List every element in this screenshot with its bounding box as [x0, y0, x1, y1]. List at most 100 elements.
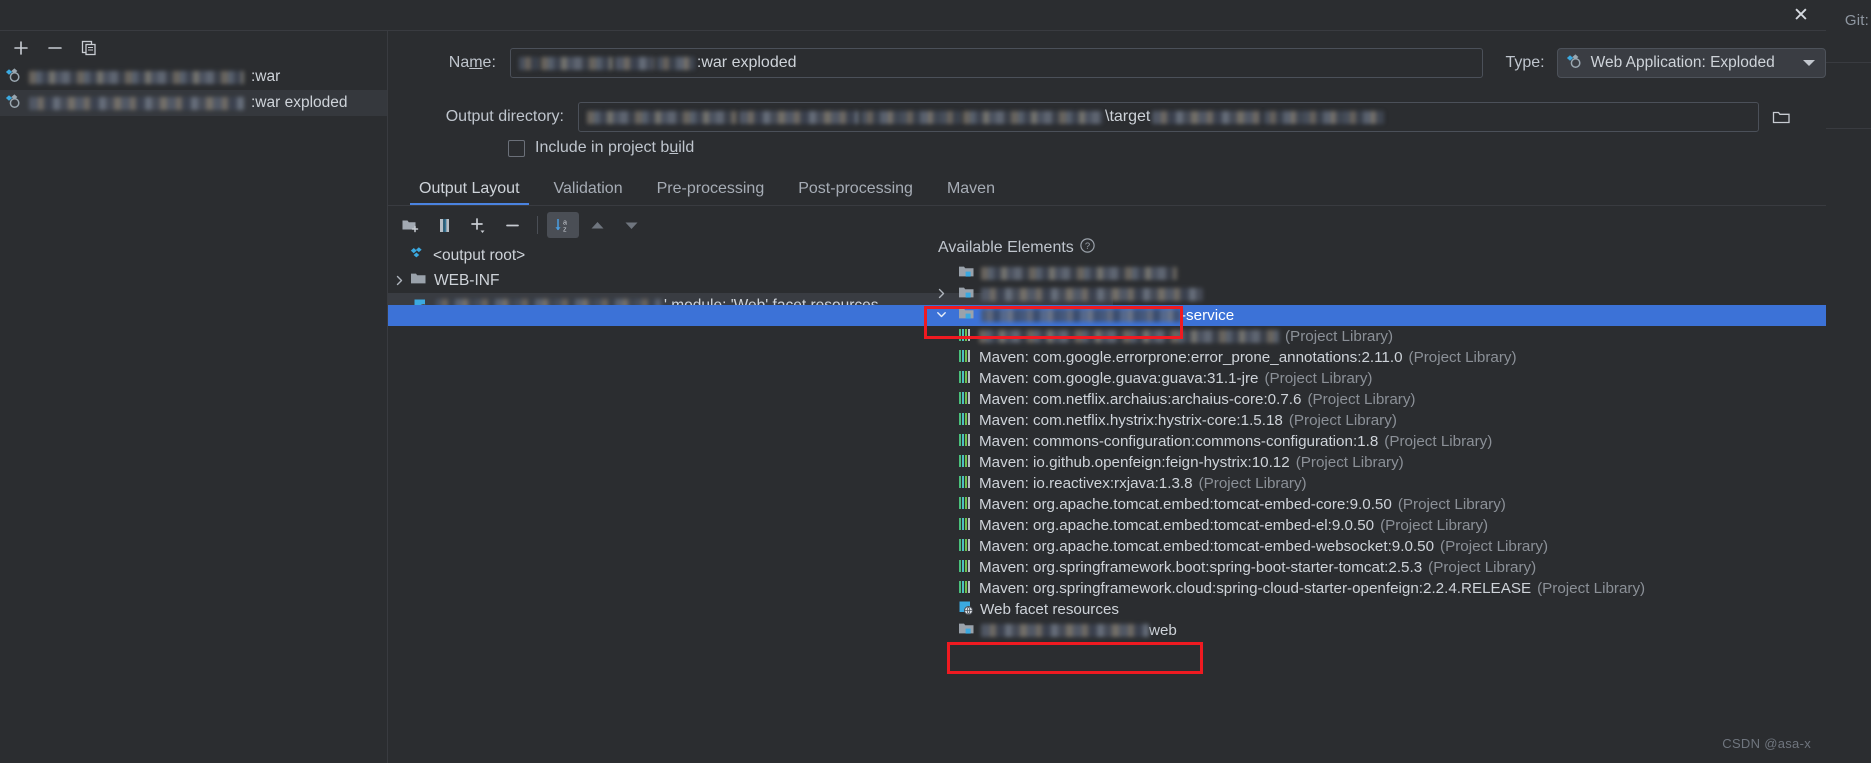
available-element-label: Web facet resources — [980, 601, 1120, 618]
available-element-library[interactable]: Maven: org.springframework.cloud:spring-… — [388, 578, 1826, 599]
artifact-type-select[interactable]: Web Application: Exploded — [1556, 48, 1826, 78]
module-icon — [958, 306, 975, 325]
available-element-label: web — [1149, 622, 1177, 639]
library-icon — [958, 475, 973, 493]
artifact-list-item-selected[interactable]: :war exploded — [0, 90, 387, 116]
module-icon — [958, 621, 975, 640]
available-element-library[interactable]: Maven: com.google.guava:guava:31.1-jre (… — [388, 368, 1826, 389]
artifacts-settings-dialog: ✕:war:war exploded Name::war exploded… — [0, 0, 1826, 763]
tab-maven[interactable]: Maven — [930, 173, 1012, 205]
artifact-list-item[interactable]: :war — [0, 64, 387, 90]
available-element-module[interactable] — [388, 284, 1826, 305]
name-input-suffix: :war exploded — [696, 54, 797, 71]
move-up-button[interactable] — [581, 212, 613, 238]
available-element-library[interactable]: Maven: com.netflix.hystrix:hystrix-core:… — [388, 410, 1826, 431]
editor-tabs: Output Layout Validation Pre-processing … — [402, 171, 1812, 205]
available-element-library[interactable]: Maven: org.apache.tomcat.embed:tomcat-em… — [388, 536, 1826, 557]
name-input[interactable]: :war exploded — [509, 48, 1484, 78]
dialog-titlebar: ✕ — [0, 0, 1826, 30]
toolbar-separator — [537, 216, 538, 234]
strip-divider — [1825, 128, 1871, 129]
library-scope-note: (Project Library) — [1384, 433, 1493, 450]
output-directory-input[interactable]: \target — [578, 102, 1759, 132]
available-element-label: Maven: com.google.guava:guava:31.1-jre — [979, 370, 1259, 387]
tab-output-layout[interactable]: Output Layout — [402, 173, 537, 205]
library-icon — [958, 454, 973, 472]
available-element-library[interactable]: Maven: io.reactivex:rxjava:1.3.8 (Projec… — [388, 473, 1826, 494]
copy-artifact-button[interactable] — [74, 35, 104, 61]
name-label: Name: — [448, 54, 496, 71]
close-icon[interactable]: ✕ — [1784, 2, 1818, 28]
add-artifact-button[interactable] — [6, 35, 36, 61]
available-element-library[interactable]: Maven: commons-configuration:commons-con… — [388, 431, 1826, 452]
artifact-type-value: Web Application: Exploded — [1590, 54, 1775, 71]
module-name-blurred — [981, 267, 1177, 280]
library-icon — [958, 412, 973, 430]
web-application-icon — [1566, 52, 1583, 74]
library-icon — [958, 559, 973, 577]
available-element-label: Maven: org.springframework.cloud:spring-… — [979, 580, 1532, 597]
available-elements-title: Available Elements — [938, 239, 1074, 256]
available-element-library[interactable]: Maven: org.apache.tomcat.embed:tomcat-em… — [388, 515, 1826, 536]
artifacts-toolbar — [0, 31, 387, 64]
ide-right-toolwindow-strip: Git: — [1825, 0, 1871, 763]
available-elements-list[interactable]: -service (Project Library) Maven: com.go… — [388, 263, 1826, 641]
help-icon[interactable]: ? — [1079, 237, 1096, 259]
library-icon — [958, 517, 973, 535]
available-element-library[interactable]: Maven: org.springframework.boot:spring-b… — [388, 557, 1826, 578]
library-icon — [958, 433, 973, 451]
git-toolwindow-label[interactable]: Git: — [1845, 12, 1869, 29]
tab-post-processing[interactable]: Post-processing — [781, 173, 930, 205]
available-element-library[interactable]: Maven: org.apache.tomcat.embed:tomcat-em… — [388, 494, 1826, 515]
include-in-project-build-label: Include in project build — [535, 139, 695, 156]
chevron-right-icon[interactable] — [936, 286, 958, 303]
tab-pre-processing[interactable]: Pre-processing — [640, 173, 782, 205]
available-element-module[interactable] — [388, 263, 1826, 284]
library-scope-note: (Project Library) — [1428, 559, 1537, 576]
available-element-library[interactable]: (Project Library) — [388, 326, 1826, 347]
include-in-project-build-checkbox[interactable] — [508, 139, 525, 157]
artifact-name-suffix: :war — [251, 68, 281, 85]
available-element-library[interactable]: Maven: com.netflix.archaius:archaius-cor… — [388, 389, 1826, 410]
available-element-label: Maven: org.apache.tomcat.embed:tomcat-em… — [979, 538, 1435, 555]
output-directory-row: Output directory: \target — [388, 100, 1826, 134]
available-element-label: Maven: org.springframework.boot:spring-b… — [979, 559, 1423, 576]
artifacts-list[interactable]: :war :war exploded — [0, 64, 387, 116]
chevron-down-icon[interactable] — [1803, 60, 1815, 66]
chevron-down-icon[interactable] — [936, 307, 958, 324]
available-element-module-selected[interactable]: -service — [388, 305, 1826, 326]
available-element-web-facet-resources[interactable]: Web facet resources — [388, 599, 1826, 620]
add-archive-button[interactable] — [428, 212, 460, 238]
strip-divider — [1825, 62, 1871, 63]
tree-row-label: <output root> — [433, 246, 526, 264]
output-directory-label: Output directory: — [445, 108, 564, 125]
add-directory-button[interactable] — [394, 212, 426, 238]
library-name-blurred — [979, 330, 1279, 343]
browse-folder-icon[interactable] — [1767, 103, 1795, 131]
remove-element-button[interactable] — [496, 212, 528, 238]
library-scope-note: (Project Library) — [1307, 391, 1416, 408]
module-icon — [958, 264, 975, 283]
artifact-name-blurred — [29, 70, 244, 84]
output-directory-suffix: \target — [1105, 108, 1151, 125]
available-element-label: Maven: com.netflix.hystrix:hystrix-core:… — [979, 412, 1283, 429]
watermark: CSDN @asa-x — [1722, 736, 1811, 751]
library-icon — [958, 538, 973, 556]
library-icon — [958, 370, 973, 388]
available-element-module-web[interactable]: web — [388, 620, 1826, 641]
move-down-button[interactable] — [615, 212, 647, 238]
tab-validation[interactable]: Validation — [537, 173, 640, 205]
add-element-button[interactable] — [462, 212, 494, 238]
available-element-label: Maven: io.github.openfeign:feign-hystrix… — [979, 454, 1290, 471]
library-icon — [958, 496, 973, 514]
artifact-editor-pane: Name: :war exploded Type: Web Applicatio… — [388, 31, 1826, 763]
sort-az-icon[interactable]: a z — [547, 212, 579, 238]
include-in-project-build-row[interactable]: Include in project build — [388, 139, 694, 157]
available-element-label: Maven: io.reactivex:rxjava:1.3.8 — [979, 475, 1193, 492]
artifact-name-blurred — [29, 96, 244, 110]
available-element-library[interactable]: Maven: com.google.errorprone:error_prone… — [388, 347, 1826, 368]
svg-text:?: ? — [1085, 241, 1090, 252]
available-element-library[interactable]: Maven: io.github.openfeign:feign-hystrix… — [388, 452, 1826, 473]
library-icon — [958, 580, 973, 598]
remove-artifact-button[interactable] — [40, 35, 70, 61]
